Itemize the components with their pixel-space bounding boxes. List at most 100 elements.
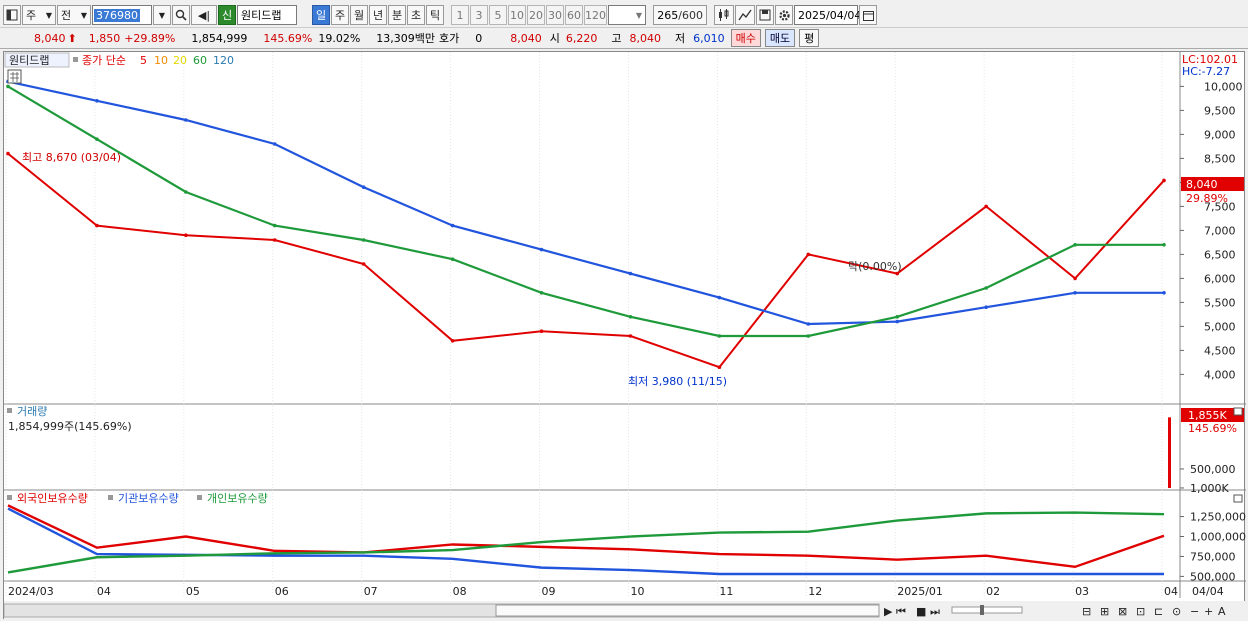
stock-code-input[interactable]: 376980 (92, 5, 152, 25)
panel-maximize-icon[interactable] (1233, 494, 1243, 503)
layout-icon[interactable] (3, 5, 21, 25)
series-point (984, 286, 988, 290)
search-icon (175, 9, 187, 21)
sell-button[interactable]: 매도 (764, 29, 796, 47)
custom-interval-select[interactable]: ▼ (608, 5, 646, 25)
price-y-tick-label: 9,000 (1204, 128, 1236, 141)
holding-y-tick-label: 500,000 (1190, 570, 1236, 583)
zoom-in-icon[interactable]: + (1204, 605, 1213, 618)
series-point (6, 151, 10, 156)
fit-icon[interactable]: ⊠ (1118, 605, 1127, 618)
eval-button[interactable]: 평 (799, 29, 820, 47)
save-button[interactable] (756, 5, 774, 25)
series-point (1073, 276, 1077, 281)
price-y-tick-label: 5,500 (1204, 296, 1236, 309)
series-point (717, 365, 722, 370)
rewind-icon[interactable]: ⏮ (896, 605, 906, 618)
chart-canvas[interactable]: 10,0009,5009,0008,5008,0007,5007,0006,50… (3, 52, 1246, 620)
tab-period-minute[interactable]: 분 (388, 5, 406, 25)
price-y-tick-label: 5,000 (1204, 320, 1236, 333)
tab-period-second[interactable]: 초 (407, 5, 425, 25)
trend-line-icon (738, 9, 752, 21)
price-y-tick-label: 4,000 (1204, 368, 1236, 381)
stock-tag: 원티드랩 (9, 54, 49, 67)
legend-marker (73, 57, 78, 62)
interval-1[interactable]: 1 (451, 5, 469, 25)
expand-icon[interactable]: ⊞ (1100, 605, 1109, 618)
date-input[interactable]: 2025/04/04 (794, 5, 861, 25)
speaker-button[interactable]: ◀| (191, 5, 217, 25)
tab-period-year[interactable]: 년 (369, 5, 387, 25)
tab-period-month[interactable]: 월 (350, 5, 368, 25)
count-total: /600 (678, 8, 703, 22)
gear-icon (778, 9, 790, 21)
code-dropdown-button[interactable]: ▼ (153, 5, 171, 25)
volume-value: 1,854,999 (191, 31, 248, 45)
x-tick-label: 05 (186, 585, 200, 598)
x-tick-label: 03 (1075, 585, 1089, 598)
series-point (95, 223, 99, 228)
candle-type-button[interactable] (714, 5, 734, 25)
trade-amount: 13,309백만 (376, 32, 436, 45)
series-line-종가 (7, 152, 1165, 369)
tab-period-week[interactable]: 주 (331, 5, 349, 25)
open-label: 시 (549, 32, 560, 45)
chevron-down-icon: ▼ (635, 10, 642, 20)
calendar-button[interactable] (859, 5, 877, 25)
price-change: 1,850 (88, 31, 121, 45)
ma-label-10: 10 (154, 54, 168, 67)
tab-period-day[interactable]: 일 (312, 5, 330, 25)
x-tick-label: 04 (97, 585, 111, 598)
zoom-icon[interactable]: ⊙ (1172, 605, 1181, 618)
stop-icon[interactable]: ■ (916, 605, 926, 618)
chevron-down-icon: ▼ (158, 10, 166, 20)
buy-button[interactable]: 매수 (730, 29, 761, 47)
price-y-tick-label: 7,000 (1204, 224, 1236, 237)
scrollbar-thumb[interactable] (495, 604, 880, 617)
x-tick-label: 2024/03 (8, 585, 54, 598)
current-price: 8,040 (34, 31, 66, 45)
series-point (1162, 291, 1166, 295)
interval-10[interactable]: 10 (508, 5, 526, 25)
prev-label: 전 (61, 9, 72, 22)
low-value: 6,010 (693, 31, 725, 45)
compress-icon[interactable]: ⊟ (1082, 605, 1091, 618)
interval-5[interactable]: 5 (489, 5, 507, 25)
interval-60[interactable]: 60 (565, 5, 583, 25)
mode-selector[interactable]: 주 ▼ (22, 5, 56, 25)
play-icon[interactable]: ▶ (884, 605, 893, 618)
stock-name-field[interactable]: 원티드랩 (237, 5, 297, 25)
zoom-slider-thumb[interactable] (980, 605, 984, 615)
box-icon[interactable]: ⊡ (1136, 605, 1145, 618)
series-point (1073, 291, 1077, 295)
interval-120[interactable]: 120 (584, 5, 607, 25)
interval-3[interactable]: 3 (470, 5, 488, 25)
line-tool-button[interactable] (735, 5, 755, 25)
interval-20[interactable]: 20 (527, 5, 545, 25)
panel-maximize-icon[interactable] (1233, 407, 1243, 416)
series-point (450, 339, 455, 343)
mode-selector-label: 주 (26, 9, 37, 22)
count-input[interactable]: 265 /600 (653, 5, 707, 25)
forward-icon[interactable]: ⏭ (930, 605, 940, 618)
settings-button[interactable] (775, 5, 793, 25)
price-y-tick-label: 8,500 (1204, 152, 1236, 165)
bid-value: 0 (475, 31, 483, 45)
square-icon[interactable]: ⊏ (1154, 605, 1163, 618)
volume-value-label: 1,854,999주(145.69%) (8, 420, 132, 433)
search-button[interactable] (172, 5, 190, 25)
speaker-icon: ◀| (197, 8, 211, 22)
legend-type: 종가 단순 (82, 54, 126, 67)
price-y-tick-label: 6,500 (1204, 248, 1236, 261)
zoom-slider[interactable] (951, 606, 1023, 614)
series-point (272, 142, 277, 146)
tab-period-tick[interactable]: 틱 (426, 5, 444, 25)
chart-area[interactable]: 10,0009,5009,0008,5008,0007,5007,0006,50… (3, 51, 1246, 620)
holding-line-1 (7, 507, 1164, 576)
interval-30[interactable]: 30 (546, 5, 564, 25)
series-point (539, 329, 544, 334)
crosshair-tool-icon[interactable] (7, 69, 22, 84)
zoom-out-icon[interactable]: − (1190, 605, 1199, 618)
prev-button[interactable]: 전 ▼ (57, 5, 91, 25)
font-size-icon[interactable]: A (1218, 605, 1226, 618)
